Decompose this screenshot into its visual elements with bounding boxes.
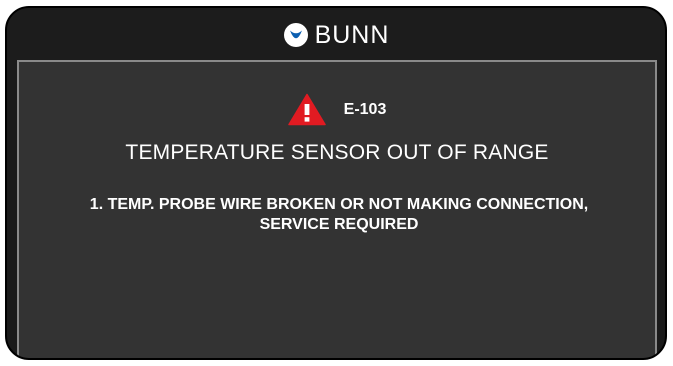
error-detail: 1. TEMP. PROBE WIRE BROKEN OR NOT MAKING… — [39, 195, 639, 235]
error-title: TEMPERATURE SENSOR OUT OF RANGE — [125, 141, 549, 164]
bunn-logo-icon — [283, 23, 308, 47]
device-display-frame: BUNN E-103 TEMPERATURE SENSOR OUT OF RAN… — [5, 6, 667, 360]
error-detail-line-1: 1. TEMP. PROBE WIRE BROKEN OR NOT MAKING… — [89, 196, 589, 213]
error-message-panel: E-103 TEMPERATURE SENSOR OUT OF RANGE 1.… — [17, 60, 657, 358]
error-detail-line-2: SERVICE REQUIRED — [259, 216, 419, 233]
brand-name: BUNN — [314, 20, 390, 49]
brand-logo: BUNN — [283, 22, 390, 48]
header-bar: BUNN — [7, 8, 665, 60]
error-code: E-103 — [343, 100, 387, 118]
error-header-row: E-103 — [19, 93, 655, 126]
warning-triangle-icon — [287, 93, 326, 126]
